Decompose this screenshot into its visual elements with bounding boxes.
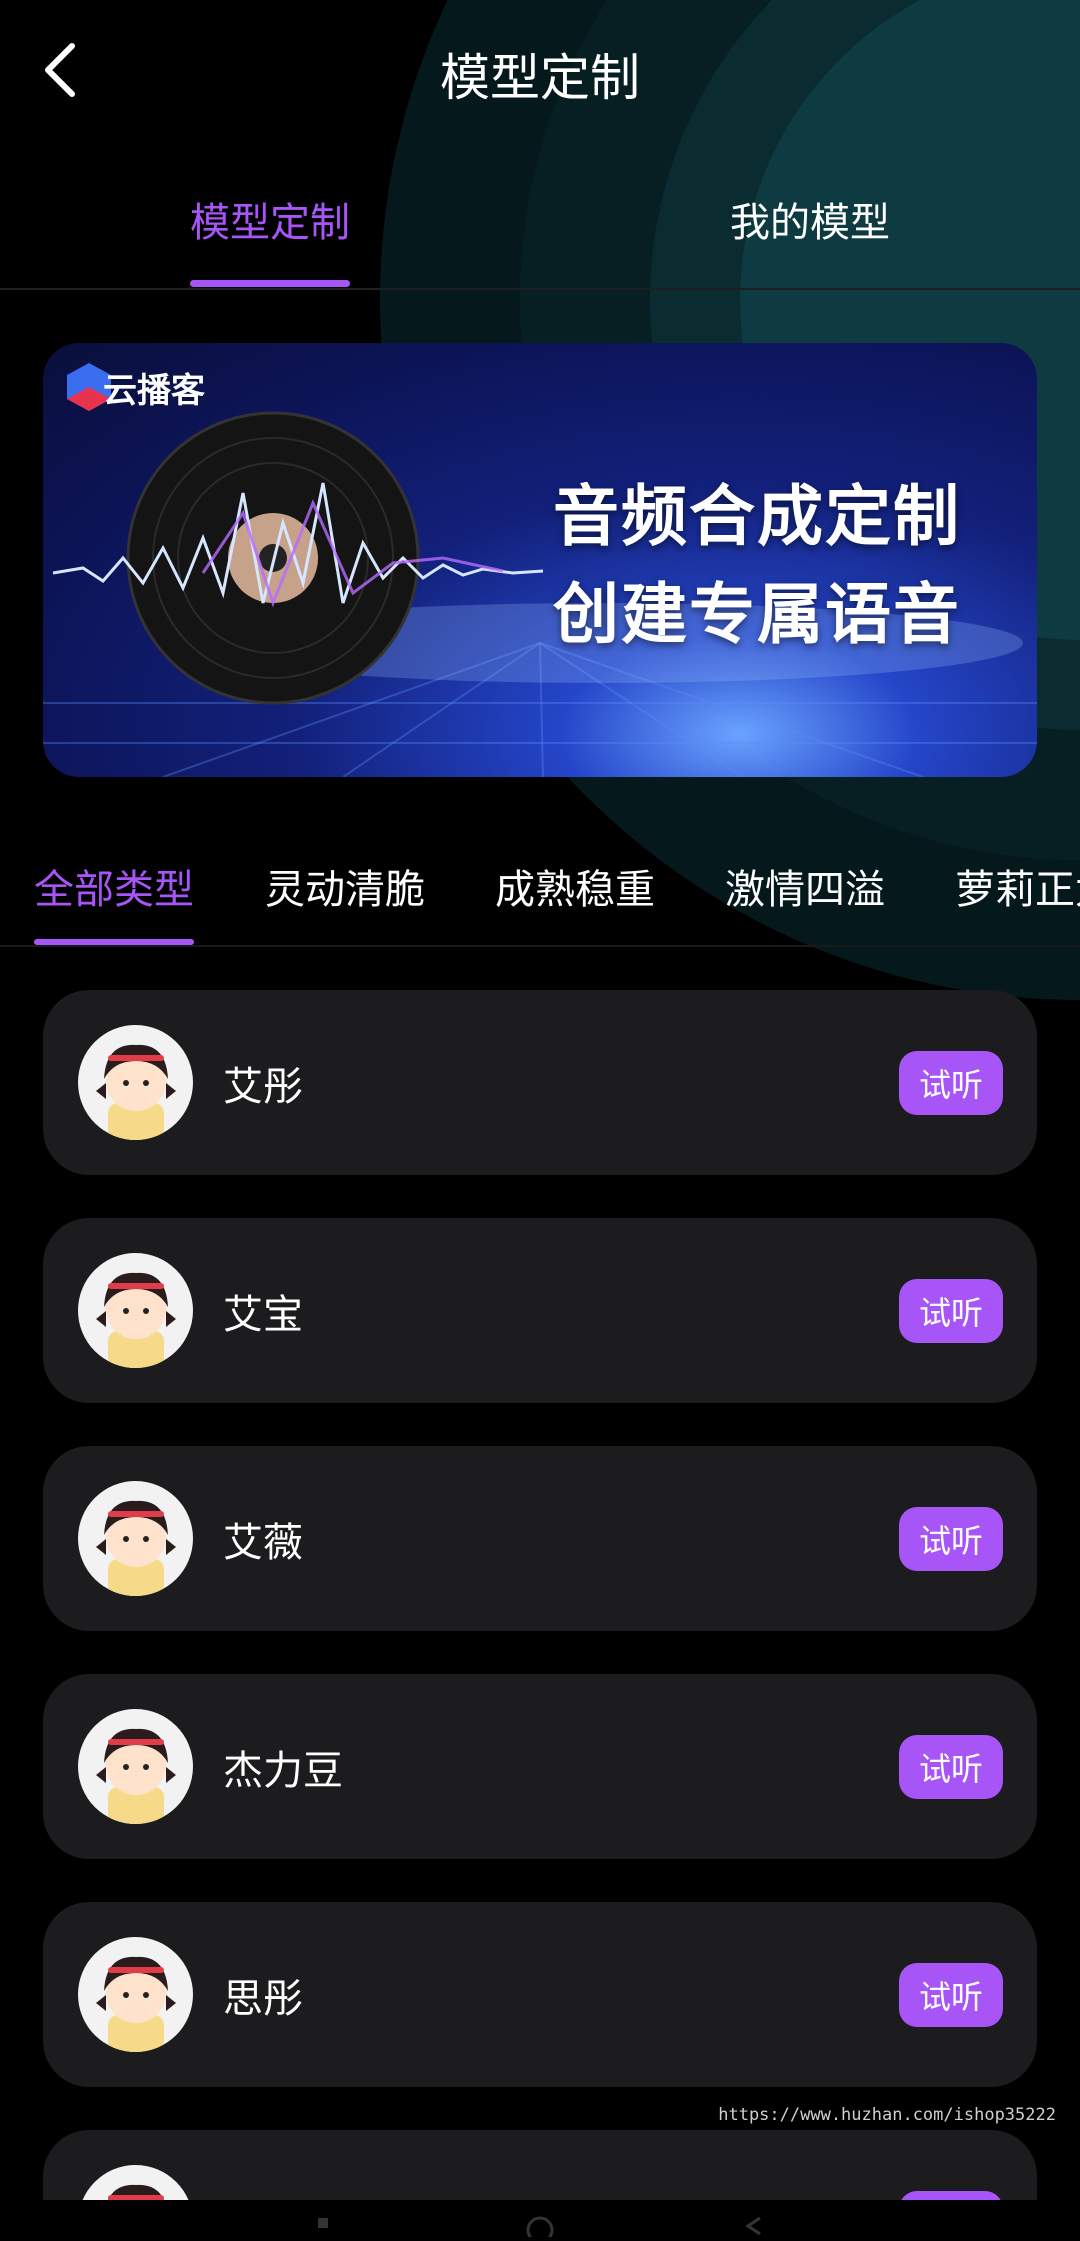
watermark-url: https://www.huzhan.com/ishop35222: [718, 2105, 1056, 2125]
category-loli[interactable]: 萝莉正太: [955, 857, 1080, 915]
banner-headline: 音频合成定制: [553, 478, 961, 555]
category-all[interactable]: 全部类型: [34, 857, 194, 915]
girl-avatar-icon: [108, 2184, 164, 2200]
avatar: [78, 1481, 193, 1596]
avatar: [78, 1937, 193, 2052]
listen-button[interactable]: 试听: [899, 1051, 1003, 1115]
girl-avatar-icon: [96, 1956, 176, 2052]
nav-icons: [318, 2216, 761, 2241]
tab-model-customize[interactable]: 模型定制: [190, 190, 350, 248]
avatar: [78, 1709, 193, 1824]
category-passionate[interactable]: 激情四溢: [725, 857, 885, 915]
brand-name: 云播客: [103, 371, 205, 411]
model-card[interactable]: 思彤 试听: [43, 1902, 1037, 2087]
active-category-indicator: [34, 939, 194, 945]
listen-button[interactable]: [899, 2191, 1003, 2200]
listen-button[interactable]: 试听: [899, 1735, 1003, 1799]
page-title: 模型定制: [440, 49, 640, 107]
category-lively[interactable]: 灵动清脆: [265, 857, 425, 915]
top-bar: 模型定制: [0, 0, 1080, 150]
active-tab-indicator: [190, 280, 350, 287]
listen-button[interactable]: 试听: [899, 1279, 1003, 1343]
model-name: 杰力豆: [223, 1748, 343, 1794]
nav-home-icon: [526, 2216, 554, 2241]
model-card[interactable]: 艾彤 试听: [43, 990, 1037, 1175]
model-card-partial[interactable]: [43, 2130, 1037, 2200]
girl-avatar-icon: [96, 1272, 176, 1368]
model-name: 艾宝: [223, 1292, 303, 1338]
tab-my-models[interactable]: 我的模型: [730, 190, 890, 248]
listen-button[interactable]: 试听: [899, 1507, 1003, 1571]
girl-avatar-icon: [96, 1044, 176, 1140]
avatar: [78, 1025, 193, 1140]
nav-back-icon: [745, 2216, 761, 2236]
banner-brand: 云播客: [103, 363, 205, 412]
girl-avatar-icon: [96, 1500, 176, 1596]
listen-button[interactable]: 试听: [899, 1963, 1003, 2027]
model-card[interactable]: 艾宝 试听: [43, 1218, 1037, 1403]
model-name: 思彤: [223, 1976, 303, 2022]
model-name: 艾彤: [223, 1064, 303, 1110]
model-card[interactable]: 艾薇 试听: [43, 1446, 1037, 1631]
system-nav-bar: [0, 2200, 1080, 2241]
promo-banner[interactable]: 云播客 音频合成定制 创建专属语音: [43, 343, 1037, 777]
category-tabs: 全部类型 灵动清脆 成熟稳重 激情四溢 萝莉正太: [0, 835, 1080, 947]
category-mature[interactable]: 成熟稳重: [495, 857, 655, 915]
girl-avatar-icon: [96, 1728, 176, 1824]
avatar: [78, 2165, 193, 2200]
nav-menu-icon: [318, 2218, 328, 2228]
banner-subheadline: 创建专属语音: [553, 576, 961, 653]
avatar: [78, 1253, 193, 1368]
model-name: 艾薇: [223, 1520, 303, 1566]
model-card[interactable]: 杰力豆 试听: [43, 1674, 1037, 1859]
tab-bar: 模型定制 我的模型: [0, 170, 1080, 290]
